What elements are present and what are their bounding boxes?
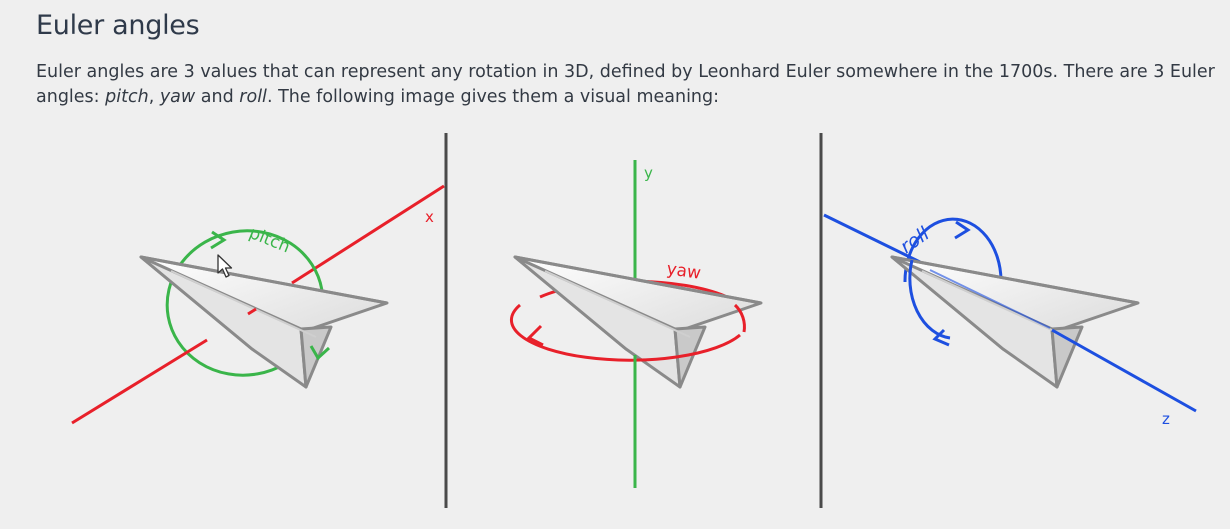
paper-plane-icon bbox=[139, 255, 389, 389]
z-axis-front bbox=[1051, 328, 1197, 413]
roll-panel: z roll bbox=[823, 213, 1197, 428]
yaw-label: yaw bbox=[665, 259, 702, 284]
z-axis-label: z bbox=[1162, 410, 1170, 428]
x-axis-label: x bbox=[425, 208, 434, 226]
paper-plane-icon bbox=[513, 255, 763, 389]
roll-arrowhead-top bbox=[954, 220, 971, 240]
pitch-label: pitch bbox=[246, 223, 293, 257]
y-axis-label: y bbox=[644, 164, 653, 182]
x-axis-front bbox=[71, 338, 208, 425]
pitch-panel: x pitch bbox=[71, 184, 445, 425]
yaw-panel: y yaw bbox=[509, 160, 763, 488]
euler-angles-diagram: x pitch y yaw z roll bbox=[71, 133, 1197, 508]
paper-plane-icon bbox=[890, 255, 1140, 389]
mouse-cursor-icon bbox=[217, 254, 233, 278]
